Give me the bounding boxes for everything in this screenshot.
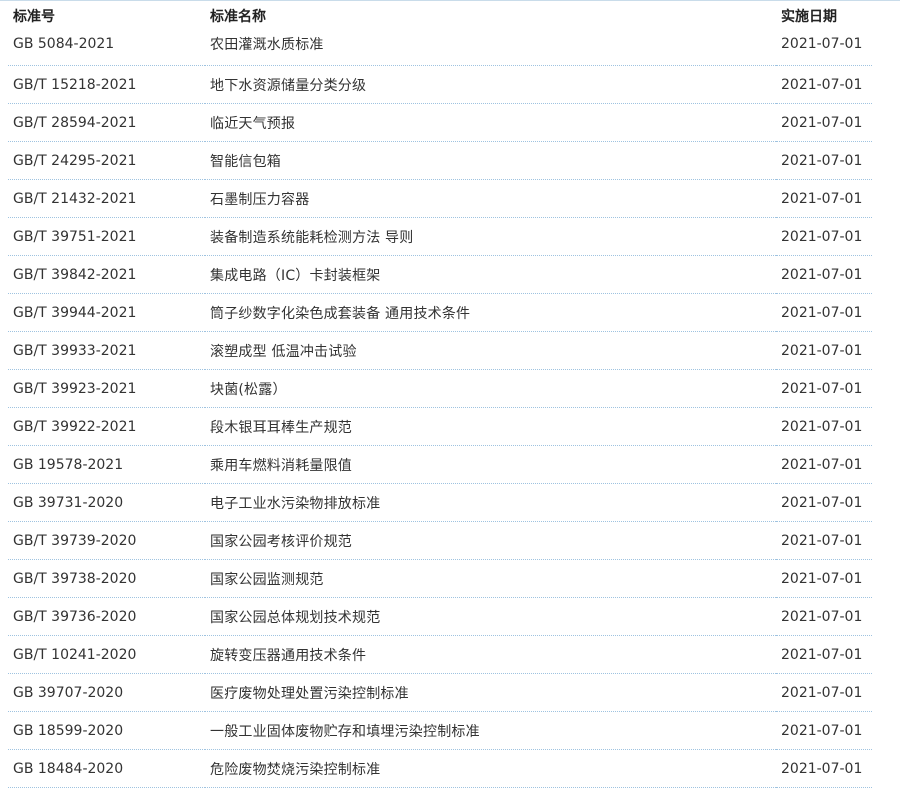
table-header: 标准号 标准名称 实施日期 bbox=[8, 3, 872, 28]
standard-number: GB/T 15218-2021 bbox=[8, 65, 205, 104]
standard-number: GB/T 28594-2021 bbox=[8, 103, 205, 142]
implementation-date: 2021-07-01 bbox=[776, 179, 872, 218]
standard-name-link[interactable]: 医疗废物处理处置污染控制标准 bbox=[205, 673, 776, 712]
standard-name-link[interactable]: 一般工业固体废物贮存和填埋污染控制标准 bbox=[205, 711, 776, 750]
standard-name-link[interactable]: 集成电路（IC）卡封装框架 bbox=[205, 255, 776, 294]
header-standard-number: 标准号 bbox=[13, 8, 55, 25]
standard-number: GB 18484-2020 bbox=[8, 749, 205, 788]
implementation-date: 2021-07-01 bbox=[776, 749, 872, 788]
table-row[interactable]: GB/T 39738-2020 国家公园监测规范 2021-07-01 bbox=[8, 559, 872, 598]
implementation-date: 2021-07-01 bbox=[776, 445, 872, 484]
table-row[interactable]: GB/T 21432-2021 石墨制压力容器 2021-07-01 bbox=[8, 179, 872, 218]
implementation-date: 2021-07-01 bbox=[776, 711, 872, 750]
standard-name-link[interactable]: 农田灌溉水质标准 bbox=[205, 28, 776, 66]
standard-name-link[interactable]: 滚塑成型 低温冲击试验 bbox=[205, 331, 776, 370]
implementation-date: 2021-07-01 bbox=[776, 217, 872, 256]
table-row[interactable]: GB/T 39944-2021 筒子纱数字化染色成套装备 通用技术条件 2021-0… bbox=[8, 293, 872, 332]
standard-name-link[interactable]: 筒子纱数字化染色成套装备 通用技术条件 bbox=[205, 293, 776, 332]
table-row[interactable]: GB/T 39922-2021 段木银耳耳棒生产规范 2021-07-01 bbox=[8, 407, 872, 446]
standard-name-link[interactable]: 临近天气预报 bbox=[205, 103, 776, 142]
standard-number: GB/T 39751-2021 bbox=[8, 217, 205, 256]
table-row[interactable]: GB/T 39933-2021 滚塑成型 低温冲击试验 2021-07-01 bbox=[8, 331, 872, 370]
standard-name-link[interactable]: 危险废物焚烧污染控制标准 bbox=[205, 749, 776, 788]
implementation-date: 2021-07-01 bbox=[776, 293, 872, 332]
header-implementation-date: 实施日期 bbox=[781, 8, 837, 25]
table-row[interactable]: GB/T 39739-2020 国家公园考核评价规范 2021-07-01 bbox=[8, 521, 872, 560]
standard-name-link[interactable]: 智能信包箱 bbox=[205, 141, 776, 180]
implementation-date: 2021-07-01 bbox=[776, 255, 872, 294]
header-row: 标准号 标准名称 实施日期 bbox=[8, 3, 872, 28]
standard-number: GB/T 39842-2021 bbox=[8, 255, 205, 294]
standard-number: GB 5084-2021 bbox=[8, 28, 205, 66]
header-standard-name: 标准名称 bbox=[210, 8, 266, 25]
top-border bbox=[0, 0, 900, 1]
table-row[interactable]: GB/T 39751-2021 装备制造系统能耗检测方法 导则 2021-07-01 bbox=[8, 217, 872, 256]
table-row[interactable]: GB/T 28594-2021 临近天气预报 2021-07-01 bbox=[8, 103, 872, 142]
table-row[interactable]: GB/T 39736-2020 国家公园总体规划技术规范 2021-07-01 bbox=[8, 597, 872, 636]
table-row[interactable]: GB 18599-2020 一般工业固体废物贮存和填埋污染控制标准 2021-07-… bbox=[8, 711, 872, 750]
standard-number: GB/T 10241-2020 bbox=[8, 635, 205, 674]
implementation-date: 2021-07-01 bbox=[776, 521, 872, 560]
table-row[interactable]: GB/T 10241-2020 旋转变压器通用技术条件 2021-07-01 bbox=[8, 635, 872, 674]
standard-name-link[interactable]: 块菌(松露） bbox=[205, 369, 776, 408]
standard-name-link[interactable]: 电子工业水污染物排放标准 bbox=[205, 483, 776, 522]
implementation-date: 2021-07-01 bbox=[776, 559, 872, 598]
table-body: GB 5084-2021 农田灌溉水质标准 2021-07-01 GB/T 15218… bbox=[8, 28, 872, 788]
standard-name-link[interactable]: 装备制造系统能耗检测方法 导则 bbox=[205, 217, 776, 256]
implementation-date: 2021-07-01 bbox=[776, 141, 872, 180]
table-row[interactable]: GB/T 15218-2021 地下水资源储量分类分级 2021-07-01 bbox=[8, 65, 872, 104]
table-row[interactable]: GB 5084-2021 农田灌溉水质标准 2021-07-01 bbox=[8, 28, 872, 66]
table-row[interactable]: GB 39731-2020 电子工业水污染物排放标准 2021-07-01 bbox=[8, 483, 872, 522]
table-row[interactable]: GB 19578-2021 乘用车燃料消耗量限值 2021-07-01 bbox=[8, 445, 872, 484]
standard-number: GB/T 21432-2021 bbox=[8, 179, 205, 218]
standard-name-link[interactable]: 段木银耳耳棒生产规范 bbox=[205, 407, 776, 446]
table-row[interactable]: GB 39707-2020 医疗废物处理处置污染控制标准 2021-07-01 bbox=[8, 673, 872, 712]
implementation-date: 2021-07-01 bbox=[776, 65, 872, 104]
standard-number: GB/T 39736-2020 bbox=[8, 597, 205, 636]
standard-number: GB/T 39933-2021 bbox=[8, 331, 205, 370]
implementation-date: 2021-07-01 bbox=[776, 597, 872, 636]
standard-number: GB 19578-2021 bbox=[8, 445, 205, 484]
standard-name-link[interactable]: 旋转变压器通用技术条件 bbox=[205, 635, 776, 674]
standard-name-link[interactable]: 国家公园考核评价规范 bbox=[205, 521, 776, 560]
standard-name-link[interactable]: 乘用车燃料消耗量限值 bbox=[205, 445, 776, 484]
implementation-date: 2021-07-01 bbox=[776, 331, 872, 370]
table-row[interactable]: GB/T 39923-2021 块菌(松露） 2021-07-01 bbox=[8, 369, 872, 408]
implementation-date: 2021-07-01 bbox=[776, 28, 872, 66]
standard-name-link[interactable]: 地下水资源储量分类分级 bbox=[205, 65, 776, 104]
standard-name-link[interactable]: 国家公园监测规范 bbox=[205, 559, 776, 598]
standard-number: GB/T 39922-2021 bbox=[8, 407, 205, 446]
implementation-date: 2021-07-01 bbox=[776, 635, 872, 674]
table-row[interactable]: GB/T 39842-2021 集成电路（IC）卡封装框架 2021-07-01 bbox=[8, 255, 872, 294]
standard-number: GB 18599-2020 bbox=[8, 711, 205, 750]
standard-number: GB 39731-2020 bbox=[8, 483, 205, 522]
implementation-date: 2021-07-01 bbox=[776, 103, 872, 142]
standard-number: GB/T 39738-2020 bbox=[8, 559, 205, 598]
standard-number: GB 39707-2020 bbox=[8, 673, 205, 712]
standard-name-link[interactable]: 国家公园总体规划技术规范 bbox=[205, 597, 776, 636]
table-row[interactable]: GB 18484-2020 危险废物焚烧污染控制标准 2021-07-01 bbox=[8, 749, 872, 788]
implementation-date: 2021-07-01 bbox=[776, 483, 872, 522]
standards-table: 标准号 标准名称 实施日期 GB 5084-2021 农田灌溉水质标准 2021-0… bbox=[8, 3, 872, 788]
standard-number: GB/T 39944-2021 bbox=[8, 293, 205, 332]
standard-number: GB/T 39739-2020 bbox=[8, 521, 205, 560]
implementation-date: 2021-07-01 bbox=[776, 369, 872, 408]
standard-number: GB/T 24295-2021 bbox=[8, 141, 205, 180]
standard-number: GB/T 39923-2021 bbox=[8, 369, 205, 408]
table-row[interactable]: GB/T 24295-2021 智能信包箱 2021-07-01 bbox=[8, 141, 872, 180]
implementation-date: 2021-07-01 bbox=[776, 673, 872, 712]
standard-name-link[interactable]: 石墨制压力容器 bbox=[205, 179, 776, 218]
implementation-date: 2021-07-01 bbox=[776, 407, 872, 446]
